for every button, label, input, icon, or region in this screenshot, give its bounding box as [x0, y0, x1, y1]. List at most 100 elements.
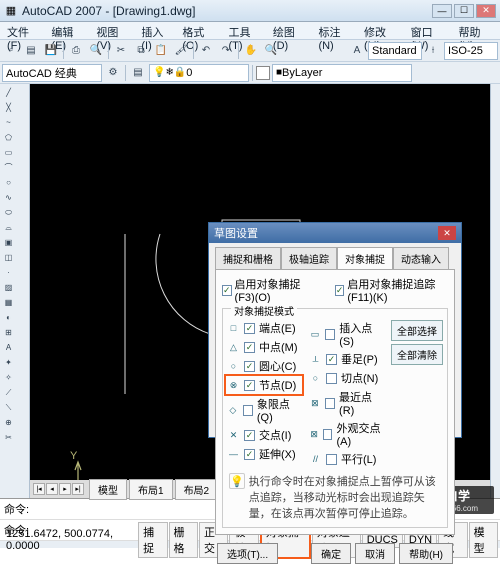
ok-button[interactable]: 确定	[311, 543, 351, 564]
save-icon[interactable]: 💾	[42, 42, 60, 60]
ellarc-icon[interactable]: ⌓	[2, 221, 15, 234]
tab-polar[interactable]: 极轴追踪	[281, 247, 337, 269]
checkbox-icon[interactable]	[244, 380, 255, 391]
tab-next-icon[interactable]: ▸	[59, 483, 71, 495]
menu-file[interactable]: 文件(F)	[2, 22, 45, 39]
minimize-button[interactable]: —	[432, 4, 452, 18]
clear-all-button[interactable]: 全部清除	[391, 344, 443, 365]
circle-icon[interactable]: ○	[2, 176, 15, 189]
tool-icon[interactable]: ✂	[2, 431, 15, 444]
tab-layout2[interactable]: 布局2	[175, 479, 219, 500]
osnap-right-option[interactable]: ⊠外观交点(A)	[309, 420, 383, 448]
arc-icon[interactable]: ⌒	[2, 161, 15, 174]
color-dropdown[interactable]: ■ ByLayer	[272, 64, 412, 82]
paste-icon[interactable]: 📋	[152, 42, 170, 60]
checkbox-icon[interactable]	[244, 342, 255, 353]
dim-style-icon[interactable]: ⟊	[424, 42, 442, 60]
point-icon[interactable]: ·	[2, 266, 15, 279]
gradient-icon[interactable]: ▦	[2, 296, 15, 309]
xline-icon[interactable]: ╳	[2, 101, 15, 114]
color-swatch[interactable]	[256, 66, 270, 80]
undo-icon[interactable]: ↶	[197, 42, 215, 60]
close-button[interactable]: ✕	[476, 4, 496, 18]
menu-modify[interactable]: 修改(M)	[359, 22, 405, 39]
menu-insert[interactable]: 插入(I)	[136, 22, 176, 39]
cut-icon[interactable]: ✂	[112, 42, 130, 60]
tool-icon[interactable]: ✧	[2, 371, 15, 384]
right-scrollbar[interactable]	[490, 84, 500, 498]
preview-icon[interactable]: 🔍	[87, 42, 105, 60]
osnap-left-option[interactable]: ○圆心(C)	[227, 358, 301, 374]
block-icon[interactable]: ◫	[2, 251, 15, 264]
menu-view[interactable]: 视图(V)	[91, 22, 135, 39]
text-style-dropdown[interactable]: Standard	[368, 42, 422, 60]
menu-edit[interactable]: 编辑(E)	[46, 22, 90, 39]
checkbox-icon[interactable]	[323, 429, 332, 440]
osnap-left-option[interactable]: ⊗节点(D)	[224, 374, 304, 396]
redo-icon[interactable]: ↷	[217, 42, 235, 60]
zoom-icon[interactable]: 🔍	[262, 42, 280, 60]
table-icon[interactable]: ⊞	[2, 326, 15, 339]
match-icon[interactable]: 🖌	[172, 42, 190, 60]
tab-first-icon[interactable]: |◂	[33, 483, 45, 495]
osnap-right-option[interactable]: ○切点(N)	[309, 370, 383, 386]
polygon-icon[interactable]: ⬠	[2, 131, 15, 144]
help-button[interactable]: 帮助(H)	[399, 543, 453, 564]
text-style-icon[interactable]: A	[348, 42, 366, 60]
osnap-left-option[interactable]: ◇象限点(Q)	[227, 396, 301, 424]
checkbox-icon[interactable]	[335, 285, 345, 296]
maximize-button[interactable]: ☐	[454, 4, 474, 18]
osnap-right-option[interactable]: ⟂垂足(P)	[309, 351, 383, 367]
open-icon[interactable]: ▤	[22, 42, 40, 60]
menu-help[interactable]: 帮助(H)	[453, 22, 498, 39]
checkbox-icon[interactable]	[326, 354, 337, 365]
layer-dropdown[interactable]: 💡❄🔒 0	[149, 64, 249, 82]
osnap-left-option[interactable]: ✕交点(I)	[227, 427, 301, 443]
osnap-right-option[interactable]: //平行(L)	[309, 451, 383, 467]
tab-prev-icon[interactable]: ◂	[46, 483, 58, 495]
osnap-right-option[interactable]: ⊠最近点(R)	[309, 389, 383, 417]
enable-osnap-track-checkbox[interactable]: 启用对象捕捉追踪 (F11)(K)	[335, 276, 448, 304]
enable-osnap-checkbox[interactable]: 启用对象捕捉 (F3)(O)	[222, 276, 315, 304]
checkbox-icon[interactable]	[244, 361, 255, 372]
mtext-icon[interactable]: A	[2, 341, 15, 354]
osnap-right-option[interactable]: ▭插入点(S)	[309, 320, 383, 348]
bulb-icon[interactable]: 💡	[229, 473, 245, 489]
osnap-left-option[interactable]: △中点(M)	[227, 339, 301, 355]
checkbox-icon[interactable]	[243, 405, 253, 416]
rect-icon[interactable]: ▭	[2, 146, 15, 159]
new-icon[interactable]: ▫	[2, 42, 20, 60]
tool-icon[interactable]: ⟋	[2, 386, 15, 399]
insert-icon[interactable]: ▣	[2, 236, 15, 249]
menu-format[interactable]: 格式(O)	[177, 22, 222, 39]
tab-snap-grid[interactable]: 捕捉和栅格	[215, 247, 281, 269]
tab-dyninput[interactable]: 动态输入	[393, 247, 449, 269]
checkbox-icon[interactable]	[244, 430, 255, 441]
pline-icon[interactable]: ~	[2, 116, 15, 129]
line-icon[interactable]: ╱	[2, 86, 15, 99]
copy-icon[interactable]: ⧉	[132, 42, 150, 60]
layer-icon[interactable]: ▤	[129, 64, 147, 82]
tab-last-icon[interactable]: ▸|	[72, 483, 84, 495]
menu-draw[interactable]: 绘图(D)	[268, 22, 313, 39]
tool-icon[interactable]: ⟍	[2, 401, 15, 414]
ellipse-icon[interactable]: ⬭	[2, 206, 15, 219]
tool-icon[interactable]: ✦	[2, 356, 15, 369]
checkbox-icon[interactable]	[326, 373, 337, 384]
osnap-left-option[interactable]: □端点(E)	[227, 320, 301, 336]
tab-layout1[interactable]: 布局1	[129, 479, 173, 500]
spline-icon[interactable]: ∿	[2, 191, 15, 204]
region-icon[interactable]: ◐	[2, 311, 15, 324]
select-all-button[interactable]: 全部选择	[391, 320, 443, 341]
checkbox-icon[interactable]	[244, 323, 255, 334]
gear-icon[interactable]: ⚙	[104, 64, 122, 82]
dialog-titlebar[interactable]: 草图设置 ✕	[209, 223, 461, 243]
dialog-close-icon[interactable]: ✕	[438, 226, 456, 240]
checkbox-icon[interactable]	[244, 449, 255, 460]
menu-tools[interactable]: 工具(T)	[224, 22, 267, 39]
print-icon[interactable]: ⎙	[67, 42, 85, 60]
dim-style-dropdown[interactable]: ISO-25	[444, 42, 498, 60]
options-button[interactable]: 选项(T)...	[217, 543, 278, 564]
hatch-icon[interactable]: ▨	[2, 281, 15, 294]
checkbox-icon[interactable]	[325, 329, 335, 340]
